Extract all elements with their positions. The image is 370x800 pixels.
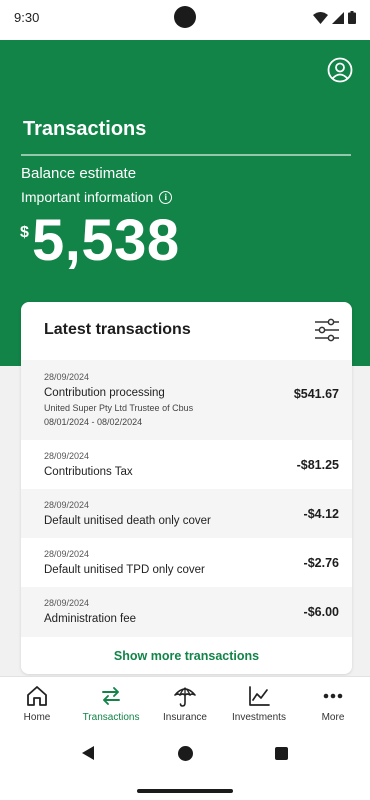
page-title: Transactions	[23, 118, 147, 140]
bottom-nav: Home Transactions Insurance Investments …	[0, 676, 370, 730]
back-icon[interactable]	[82, 746, 94, 760]
transfer-arrows-icon	[102, 687, 120, 705]
transaction-title: Default unitised death only cover	[44, 515, 211, 527]
nav-transactions[interactable]: Transactions	[74, 677, 148, 730]
nav-more[interactable]: More	[296, 677, 370, 730]
home-icon	[27, 686, 47, 706]
profile-icon[interactable]	[327, 57, 353, 83]
transaction-date: 28/09/2024	[44, 549, 90, 559]
transaction-date: 28/09/2024	[44, 372, 90, 382]
transaction-row[interactable]: 28/09/2024 Contributions Tax -$81.25	[21, 440, 352, 489]
battery-icon	[348, 11, 356, 24]
currency-symbol: $	[20, 224, 29, 241]
nav-home[interactable]: Home	[0, 677, 74, 730]
status-bar: 9:30	[0, 0, 370, 40]
system-nav-bar	[0, 730, 370, 800]
wifi-icon	[313, 11, 328, 24]
nav-insurance-label: Insurance	[163, 712, 207, 723]
line-chart-icon	[249, 686, 270, 706]
transaction-period: 08/01/2024 - 08/02/2024	[44, 417, 143, 427]
nav-more-label: More	[321, 712, 345, 723]
nav-home-label: Home	[23, 712, 51, 723]
transaction-row[interactable]: 28/09/2024 Default unitised TPD only cov…	[21, 538, 352, 587]
transaction-amount: -$2.76	[303, 556, 339, 570]
transaction-amount: -$6.00	[303, 605, 339, 619]
signal-icon	[332, 11, 344, 24]
card-title: Latest transactions	[44, 321, 191, 338]
nav-transactions-label: Transactions	[82, 712, 140, 723]
recents-icon[interactable]	[275, 747, 288, 760]
card-header: Latest transactions	[21, 302, 352, 360]
transaction-date: 28/09/2024	[44, 500, 90, 510]
balance-label: Balance estimate	[21, 165, 137, 182]
transaction-payer: United Super Pty Ltd Trustee of Cbus	[44, 403, 194, 413]
transaction-row[interactable]: 28/09/2024 Contribution processing Unite…	[21, 360, 352, 440]
more-dots-icon	[323, 693, 343, 699]
important-information-label: Important information	[21, 189, 154, 205]
balance-value: 5,538	[32, 208, 180, 273]
important-information-link[interactable]: Important information i	[21, 189, 173, 205]
transaction-title: Contributions Tax	[44, 466, 133, 478]
transaction-date: 28/09/2024	[44, 598, 90, 608]
nav-insurance[interactable]: Insurance	[148, 677, 222, 730]
latest-transactions-card: Latest transactions 28/09/2024 Contribut…	[21, 302, 352, 674]
show-more-transactions-button[interactable]: Show more transactions	[21, 637, 352, 674]
transaction-amount: -$4.12	[303, 507, 339, 521]
transaction-amount: $541.67	[293, 387, 339, 401]
camera-cutout	[174, 6, 196, 28]
nav-investments[interactable]: Investments	[222, 677, 296, 730]
info-icon: i	[159, 190, 173, 204]
transaction-title: Default unitised TPD only cover	[44, 564, 205, 576]
gesture-handle[interactable]	[137, 789, 233, 793]
transaction-row[interactable]: 28/09/2024 Administration fee -$6.00	[21, 587, 352, 637]
nav-investments-label: Investments	[232, 712, 286, 723]
status-icons	[313, 11, 356, 24]
status-time: 9:30	[14, 10, 40, 25]
filter-icon[interactable]	[314, 318, 340, 342]
transaction-row[interactable]: 28/09/2024 Default unitised death only c…	[21, 489, 352, 538]
transaction-amount: -$81.25	[296, 458, 339, 472]
title-divider	[21, 154, 351, 156]
umbrella-icon	[174, 687, 196, 707]
transaction-title: Administration fee	[44, 613, 137, 625]
transaction-date: 28/09/2024	[44, 451, 90, 461]
home-button-icon[interactable]	[178, 746, 193, 761]
